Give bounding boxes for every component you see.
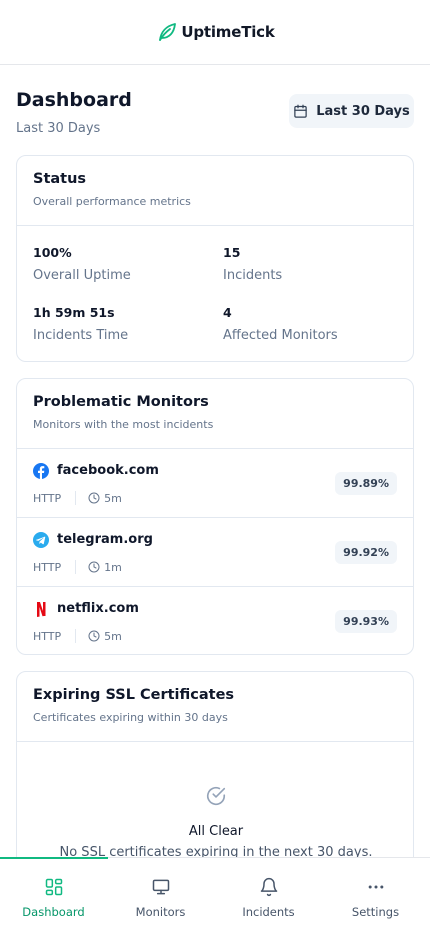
monitor-name[interactable]: facebook.com bbox=[57, 463, 159, 478]
metric-affected-monitors: 4 Affected Monitors bbox=[223, 305, 338, 343]
nav-label: Monitors bbox=[135, 905, 186, 919]
uptime-badge: 99.92% bbox=[335, 541, 397, 564]
nav-label: Settings bbox=[351, 905, 400, 919]
facebook-icon bbox=[33, 463, 49, 479]
ssl-subtitle: Certificates expiring within 30 days bbox=[33, 711, 228, 724]
status-card: Status Overall performance metrics 100% … bbox=[16, 155, 414, 362]
ssl-title: Expiring SSL Certificates bbox=[33, 687, 235, 703]
monitor-name[interactable]: telegram.org bbox=[57, 532, 153, 547]
metric-value: 1h 59m 51s bbox=[33, 305, 115, 320]
ssl-card-header: Expiring SSL Certificates Certificates e… bbox=[17, 672, 413, 742]
metric-label: Affected Monitors bbox=[223, 328, 338, 343]
metric-label: Incidents bbox=[223, 268, 283, 283]
bottom-navigation: Dashboard Monitors Incidents Settings bbox=[0, 857, 430, 932]
monitor-interval: 5m bbox=[104, 629, 122, 643]
monitor-interval: 1m bbox=[104, 560, 122, 574]
status-subtitle: Overall performance metrics bbox=[33, 195, 191, 208]
metric-value: 4 bbox=[223, 305, 232, 320]
app-header: UptimeTick bbox=[0, 0, 430, 65]
monitor-type: HTTP bbox=[33, 629, 62, 643]
monitor-icon bbox=[152, 879, 169, 895]
nav-label: Dashboard bbox=[22, 905, 85, 919]
status-metrics: 100% Overall Uptime 15 Incidents 1h 59m … bbox=[17, 226, 413, 361]
empty-state-title: All Clear bbox=[188, 824, 244, 839]
app-name: UptimeTick bbox=[181, 23, 275, 41]
nav-item-monitors[interactable]: Monitors bbox=[107, 858, 214, 932]
meta-divider bbox=[75, 629, 77, 643]
monitor-name[interactable]: netflix.com bbox=[57, 601, 139, 616]
problematic-monitors-card: Problematic Monitors Monitors with the m… bbox=[16, 378, 414, 655]
nav-label: Incidents bbox=[242, 905, 295, 919]
metric-overall-uptime: 100% Overall Uptime bbox=[33, 245, 131, 283]
problematic-subtitle: Monitors with the most incidents bbox=[33, 418, 214, 431]
monitor-row-telegram[interactable]: telegram.org HTTP 1m 99.92% bbox=[17, 518, 413, 587]
dashboard-icon bbox=[45, 878, 62, 896]
monitor-meta: HTTP 1m bbox=[33, 560, 122, 574]
clock-icon bbox=[88, 630, 100, 642]
meta-divider bbox=[75, 560, 77, 574]
monitor-type: HTTP bbox=[33, 560, 62, 574]
monitor-meta: HTTP 5m bbox=[33, 491, 122, 505]
monitor-meta: HTTP 5m bbox=[33, 629, 122, 643]
monitor-interval: 5m bbox=[104, 491, 122, 505]
metric-value: 15 bbox=[223, 245, 241, 260]
date-range-button[interactable]: Last 30 Days bbox=[289, 94, 414, 128]
page-header: Dashboard Last 30 Days Last 30 Days bbox=[0, 65, 430, 155]
problematic-title: Problematic Monitors bbox=[33, 394, 209, 410]
nav-item-incidents[interactable]: Incidents bbox=[215, 858, 322, 932]
date-range-label: Last 30 Days bbox=[316, 103, 410, 119]
clock-icon bbox=[88, 561, 100, 573]
netflix-icon bbox=[37, 602, 46, 617]
metric-incidents-time: 1h 59m 51s Incidents Time bbox=[33, 305, 128, 343]
logo[interactable]: UptimeTick bbox=[155, 20, 275, 44]
monitor-type: HTTP bbox=[33, 491, 62, 505]
leaf-logo-icon bbox=[159, 23, 177, 41]
more-icon bbox=[368, 885, 383, 889]
metric-label: Overall Uptime bbox=[33, 268, 131, 283]
monitor-row-netflix[interactable]: netflix.com HTTP 5m 99.93% bbox=[17, 587, 413, 654]
nav-item-dashboard[interactable]: Dashboard bbox=[0, 858, 107, 932]
uptime-badge: 99.93% bbox=[335, 610, 397, 633]
check-circle-icon bbox=[206, 787, 226, 805]
page-subtitle: Last 30 Days bbox=[16, 121, 101, 136]
meta-divider bbox=[75, 491, 77, 505]
calendar-icon bbox=[294, 104, 307, 118]
metric-label: Incidents Time bbox=[33, 328, 129, 343]
main-content: Dashboard Last 30 Days Last 30 Days Stat… bbox=[0, 65, 430, 901]
status-card-header: Status Overall performance metrics bbox=[17, 156, 413, 226]
bell-icon bbox=[260, 877, 277, 897]
uptime-badge: 99.89% bbox=[335, 472, 397, 495]
metric-incidents: 15 Incidents bbox=[223, 245, 282, 283]
nav-item-settings[interactable]: Settings bbox=[322, 858, 429, 932]
metric-value: 100% bbox=[33, 245, 72, 260]
monitor-row-facebook[interactable]: facebook.com HTTP 5m 99.89% bbox=[17, 449, 413, 518]
page-title: Dashboard bbox=[16, 89, 132, 111]
status-title: Status bbox=[33, 171, 87, 187]
clock-icon bbox=[88, 492, 100, 504]
telegram-icon bbox=[33, 532, 49, 548]
problematic-card-header: Problematic Monitors Monitors with the m… bbox=[17, 379, 413, 449]
